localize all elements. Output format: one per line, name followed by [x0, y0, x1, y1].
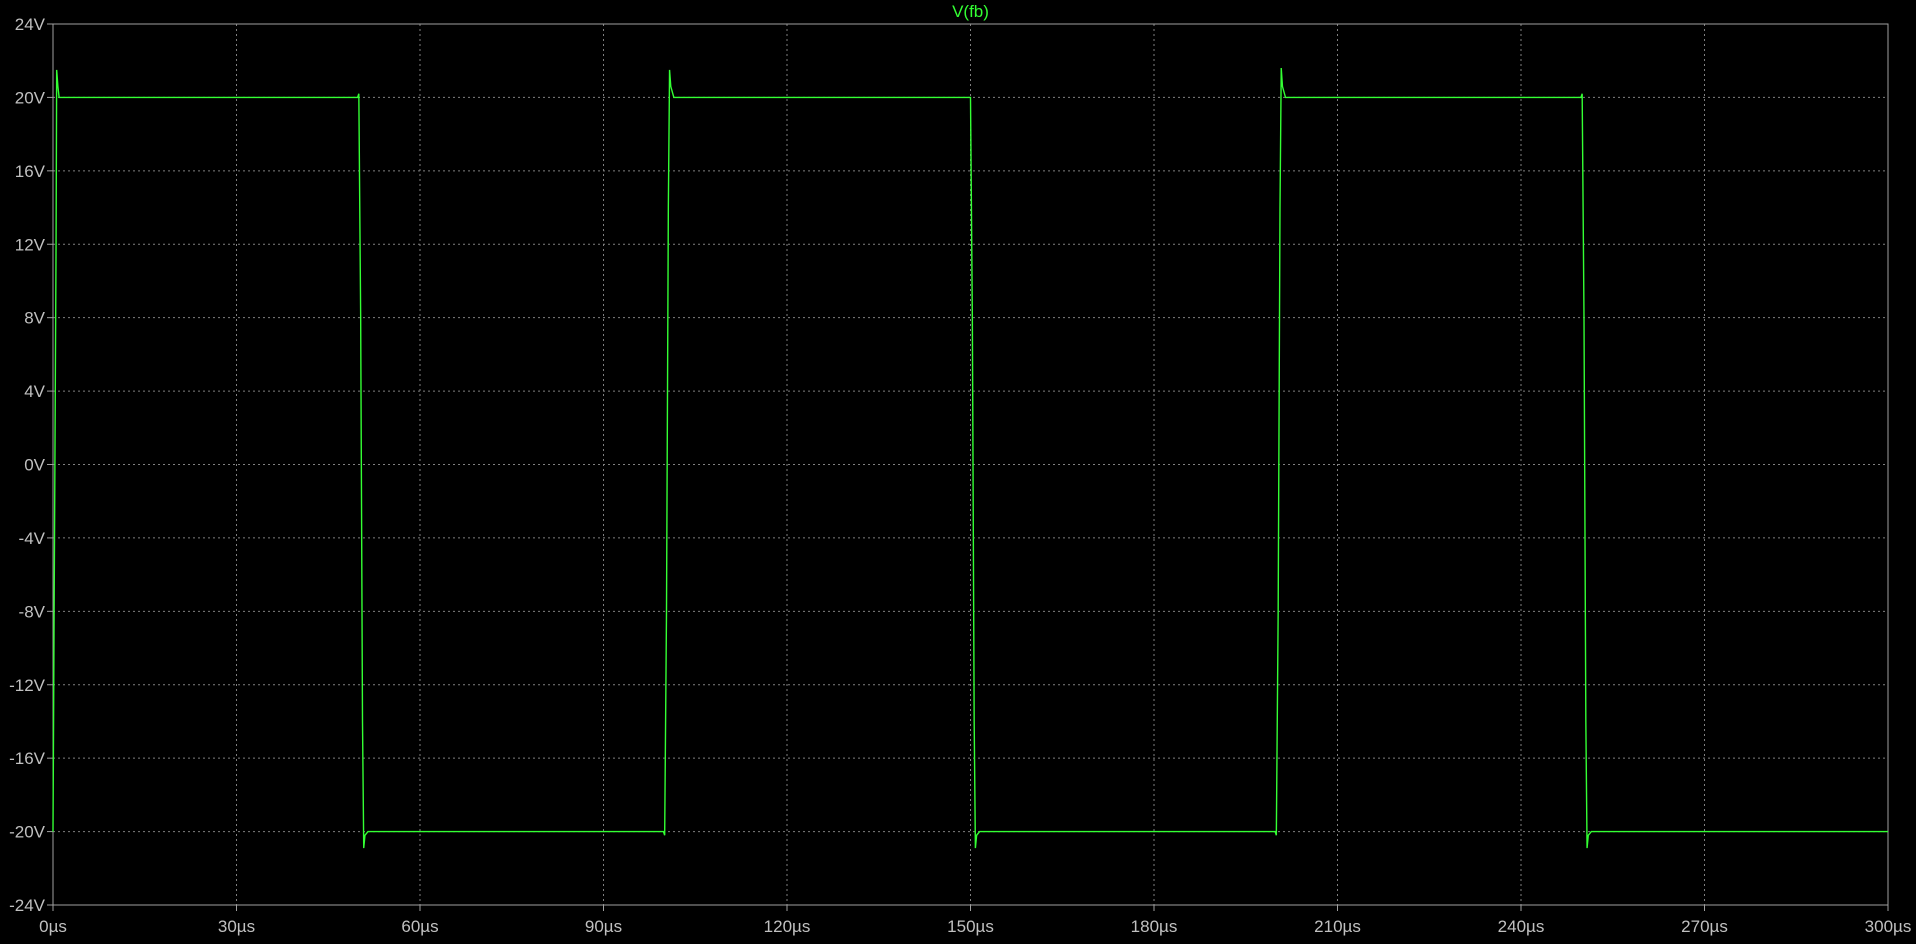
x-tick-label: 0µs	[39, 917, 67, 936]
plot-canvas: 0µs 30µs 60µs 90µs 120µs 150µs 180µs 210µs 240µs…	[9, 2, 1911, 936]
y-tick-label: -16V	[9, 749, 46, 768]
y-tick-label: 16V	[15, 162, 46, 181]
x-tick-label: 180µs	[1131, 917, 1178, 936]
y-tick-label: 20V	[15, 88, 46, 107]
x-tick-label: 270µs	[1681, 917, 1728, 936]
y-tick-label: -12V	[9, 676, 46, 695]
y-tick-label: -8V	[19, 602, 46, 621]
y-tick-label: 4V	[24, 382, 45, 401]
y-tick-label: 24V	[15, 15, 46, 34]
x-tick-label: 60µs	[401, 917, 438, 936]
x-tick-label: 210µs	[1314, 917, 1361, 936]
y-tick-label: -4V	[19, 529, 46, 548]
y-tick-label: 8V	[24, 309, 45, 328]
tick-label-layer: 0µs 30µs 60µs 90µs 120µs 150µs 180µs 210µs 240µs…	[9, 15, 1911, 936]
y-tick-label: -24V	[9, 896, 46, 915]
y-tick-label: 0V	[24, 456, 45, 475]
y-tick-label: -20V	[9, 823, 46, 842]
x-tick-label: 120µs	[764, 917, 811, 936]
waveform-plot: 0µs 30µs 60µs 90µs 120µs 150µs 180µs 210µs 240µs…	[0, 0, 1916, 939]
trace-name-label[interactable]: V(fb)	[952, 2, 989, 21]
y-tick-label: 12V	[15, 235, 46, 254]
x-tick-label: 240µs	[1498, 917, 1545, 936]
axis-layer	[47, 23, 1889, 911]
x-tick-label: 90µs	[585, 917, 622, 936]
legend-layer[interactable]: V(fb)	[952, 2, 989, 21]
x-tick-label: 300µs	[1865, 917, 1912, 936]
x-tick-label: 30µs	[218, 917, 255, 936]
x-tick-label: 150µs	[947, 917, 994, 936]
